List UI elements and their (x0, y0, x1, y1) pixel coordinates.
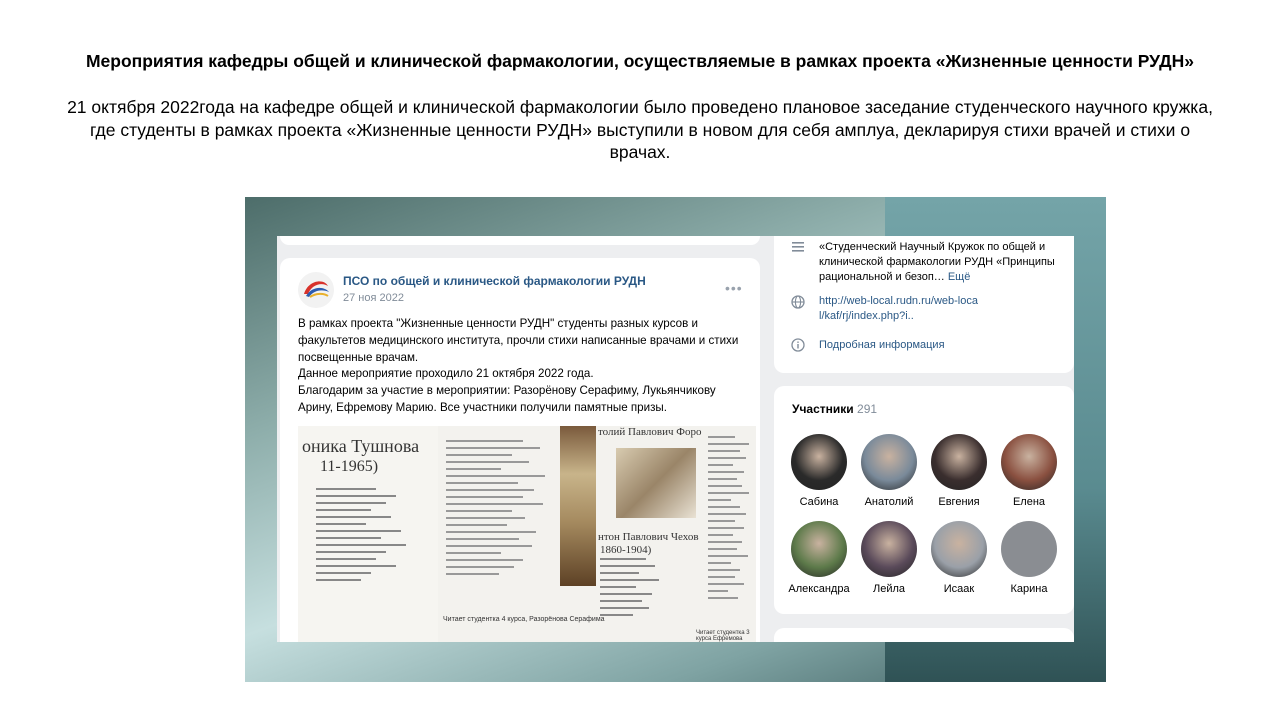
member-avatar[interactable] (791, 434, 847, 490)
member-name[interactable]: Анатолий (854, 496, 924, 508)
members-title: Участники (792, 402, 854, 416)
member-name[interactable]: Александра (784, 583, 854, 595)
post-menu-icon[interactable]: ••• (725, 280, 743, 296)
slide-title: Мероприятия кафедры общей и клинической … (85, 51, 1194, 71)
members-header[interactable]: Участники 291 (792, 402, 877, 416)
photo-caption: Читает студентка 3 курса Ефремова (696, 630, 750, 642)
reader-photo (616, 448, 696, 518)
member-item[interactable]: Анатолий (854, 434, 924, 508)
member-avatar[interactable] (1001, 434, 1057, 490)
poem-text-block (708, 436, 753, 604)
poem-text-block (316, 488, 416, 586)
member-avatar[interactable] (861, 434, 917, 490)
poet-name: толий Павлович Форо (598, 426, 702, 438)
post-author[interactable]: ПСО по общей и клинической фармакологии … (343, 274, 646, 288)
details-link[interactable]: Подробная информация (819, 338, 1069, 353)
member-avatar[interactable] (861, 521, 917, 577)
member-item[interactable]: Елена (994, 434, 1064, 508)
info-icon (790, 338, 806, 354)
member-name[interactable]: Лейла (854, 583, 924, 595)
member-item[interactable]: Сабина (784, 434, 854, 508)
previous-post-edge (280, 236, 760, 245)
post-text-line: посвещенные врачам. (298, 350, 419, 364)
event-photo (560, 426, 596, 586)
member-avatar[interactable] (931, 434, 987, 490)
member-name[interactable]: Карина (994, 583, 1064, 595)
vk-screenshot: ПСО по общей и клинической фармакологии … (277, 236, 1074, 642)
next-panel-edge (774, 628, 1074, 642)
group-website-link[interactable]: http://web-local.rudn.ru/web-local/kaf/r… (819, 294, 979, 324)
member-item[interactable]: Лейла (854, 521, 924, 595)
group-description: «Студенческий Научный Кружок по общей и … (819, 241, 1055, 283)
post-date[interactable]: 27 ноя 2022 (343, 292, 404, 304)
member-item[interactable]: Александра (784, 521, 854, 595)
group-link-row: http://web-local.rudn.ru/web-local/kaf/r… (790, 294, 1070, 326)
poet-name: нтон Павлович Чехов (598, 531, 699, 543)
globe-icon (790, 295, 806, 311)
post-text-line: факультетов медицинского института, проч… (298, 333, 739, 347)
group-description-row: «Студенческий Научный Кружок по общей и … (790, 240, 1070, 286)
post-text-line: Данное мероприятие проходило 21 октября … (298, 367, 594, 381)
post-text-line: Арину, Ефремову Марию. Все участники пол… (298, 400, 667, 414)
post-text-line: В рамках проекта "Жизненные ценности РУД… (298, 317, 698, 330)
poem-text-block (446, 440, 556, 580)
member-name[interactable]: Сабина (784, 496, 854, 508)
member-name[interactable]: Елена (994, 496, 1064, 508)
member-name[interactable]: Евгения (924, 496, 994, 508)
group-avatar[interactable] (298, 272, 334, 308)
slide-text: 21 октября 2022года на кафедре общей и к… (67, 97, 1213, 162)
member-name[interactable]: Исаак (924, 583, 994, 595)
member-avatar[interactable] (791, 521, 847, 577)
post-photo[interactable]: оника Тушнова 11-1965) толий Павлович Фо… (298, 426, 756, 642)
poem-text-block (600, 558, 665, 621)
group-logo-icon (298, 272, 334, 308)
menu-lines-icon (790, 240, 806, 256)
post-text: В рамках проекта "Жизненные ценности РУД… (298, 316, 748, 417)
members-count: 291 (857, 402, 878, 416)
poet-years: 11-1965) (320, 458, 379, 475)
wall-post: ПСО по общей и клинической фармакологии … (280, 258, 760, 642)
members-panel: Участники 291 Сабина Анатолий Евгения Елена… (774, 386, 1074, 614)
details-row[interactable]: Подробная информация (790, 338, 1070, 356)
more-link[interactable]: Ещё (948, 271, 971, 283)
poet-name: оника Тушнова (302, 436, 420, 456)
group-info-panel: «Студенческий Научный Кружок по общей и … (774, 236, 1074, 373)
member-item[interactable]: Евгения (924, 434, 994, 508)
member-avatar[interactable] (1001, 521, 1057, 577)
member-avatar[interactable] (931, 521, 987, 577)
post-text-line: Благодарим за участие в мероприятии: Раз… (298, 384, 716, 398)
member-item[interactable]: Исаак (924, 521, 994, 595)
member-item[interactable]: Карина (994, 521, 1064, 595)
photo-caption: Читает студентка 4 курса, Разорёнова Сер… (443, 616, 605, 623)
poet-years: 1860-1904) (600, 544, 652, 556)
